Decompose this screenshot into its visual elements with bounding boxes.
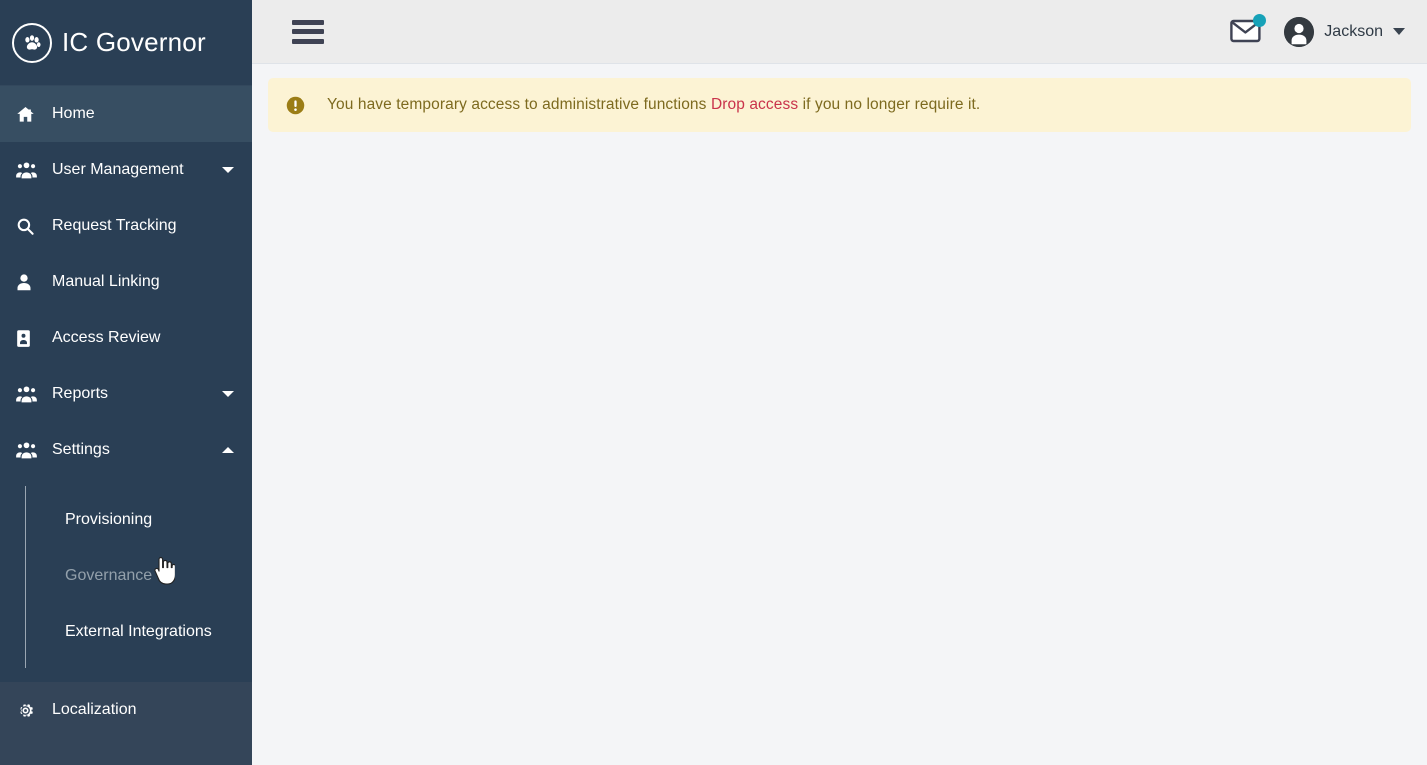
sidebar-item-home[interactable]: Home [0, 86, 252, 142]
user-name-label: Jackson [1324, 22, 1383, 40]
search-icon [16, 217, 46, 236]
chevron-down-icon [222, 167, 234, 173]
sidebar-item-localization[interactable]: Localization [0, 682, 252, 738]
submenu-item-provisioning[interactable]: Provisioning [0, 492, 252, 548]
user-avatar-icon [1284, 16, 1315, 47]
settings-submenu: Provisioning Governance External Integra… [0, 478, 252, 682]
hamburger-bar [292, 38, 324, 44]
content-area: You have temporary access to administrat… [252, 64, 1427, 765]
gear-icon [16, 701, 46, 720]
submenu-item-label: Governance [65, 567, 153, 584]
sidebar-item-settings[interactable]: Settings [0, 422, 252, 478]
id-card-icon [16, 329, 46, 348]
notification-badge [1253, 13, 1267, 27]
sidebar-item-access-review[interactable]: Access Review [0, 310, 252, 366]
sidebar-nav: Home User Management Request Tracking Ma… [0, 86, 252, 765]
brand-header[interactable]: IC Governor [0, 0, 252, 86]
alert-text-before: You have temporary access to administrat… [327, 96, 707, 113]
paw-circle-icon [12, 22, 52, 63]
sidebar-item-label: Manual Linking [52, 273, 160, 290]
submenu-item-external-integrations[interactable]: External Integrations [0, 604, 252, 660]
sidebar-item-reports[interactable]: Reports [0, 366, 252, 422]
topbar-actions: Jackson [1230, 13, 1405, 47]
topbar: Jackson [252, 0, 1427, 64]
users-group-icon [16, 441, 46, 460]
sidebar-item-label: Home [52, 105, 95, 122]
sidebar-filler [0, 738, 252, 765]
chevron-down-icon [222, 391, 234, 397]
temporary-access-alert: You have temporary access to administrat… [268, 78, 1411, 132]
hamburger-bar [292, 29, 324, 34]
sidebar-item-manual-linking[interactable]: Manual Linking [0, 254, 252, 310]
users-group-icon [16, 385, 46, 404]
exclamation-circle-icon [286, 96, 305, 115]
alert-message: You have temporary access to administrat… [327, 96, 980, 114]
sidebar-item-label: Access Review [52, 329, 161, 346]
submenu-item-governance[interactable]: Governance [0, 548, 252, 604]
sidebar-item-label: Request Tracking [52, 217, 177, 234]
sidebar-item-label: Settings [52, 441, 110, 458]
submenu-item-label: Provisioning [65, 511, 153, 528]
app-root: IC Governor Home User Management Request… [0, 0, 1427, 765]
submenu-item-label: External Integrations [65, 623, 212, 640]
user-icon [16, 273, 46, 292]
chevron-up-icon [222, 447, 234, 453]
sidebar: IC Governor Home User Management Request… [0, 0, 252, 765]
home-icon [16, 105, 46, 124]
chevron-down-icon [1393, 28, 1405, 35]
sidebar-item-request-tracking[interactable]: Request Tracking [0, 198, 252, 254]
drop-access-link[interactable]: Drop access [711, 96, 798, 113]
sidebar-item-label: User Management [52, 161, 184, 178]
sidebar-item-user-management[interactable]: User Management [0, 142, 252, 198]
sidebar-item-label: Localization [52, 701, 137, 718]
hamburger-bar [292, 19, 324, 25]
messages-button[interactable] [1230, 13, 1267, 47]
users-group-icon [16, 161, 46, 180]
main-area: Jackson You have temporary access to adm… [252, 0, 1427, 765]
user-menu[interactable]: Jackson [1284, 16, 1405, 47]
sidebar-item-label: Reports [52, 385, 109, 402]
hamburger-icon[interactable] [292, 19, 324, 44]
brand-title: IC Governor [62, 27, 206, 57]
alert-text-after: if you no longer require it. [802, 96, 981, 113]
